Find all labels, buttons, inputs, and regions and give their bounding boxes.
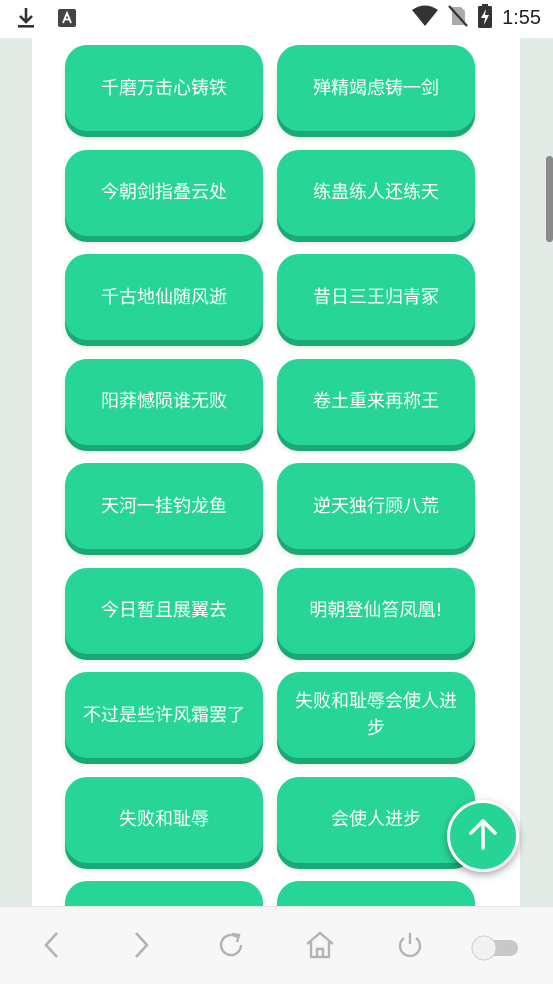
forward-button[interactable] — [121, 927, 161, 967]
poem-button[interactable]: 千古地仙随风逝 — [65, 254, 263, 340]
poem-button[interactable] — [65, 881, 263, 906]
home-button[interactable] — [300, 927, 340, 967]
refresh-button[interactable] — [211, 927, 251, 967]
bottom-nav-bar — [0, 906, 553, 984]
poem-button[interactable]: 卷土重来再称王 — [277, 358, 475, 445]
power-button[interactable] — [390, 927, 430, 967]
scroll-to-top-button[interactable] — [447, 800, 519, 872]
battery-charging-icon — [478, 4, 493, 32]
poem-button[interactable]: 今日暂且展翼去 — [65, 567, 263, 654]
back-button[interactable] — [32, 927, 72, 967]
back-icon — [41, 930, 63, 964]
forward-icon — [130, 930, 152, 964]
power-icon — [395, 930, 425, 964]
toggle-switch[interactable] — [470, 927, 522, 967]
scrollbar-thumb[interactable] — [546, 156, 553, 242]
poem-button[interactable]: 练蛊练人还练天 — [277, 149, 475, 236]
poem-button[interactable]: 昔日三王归青冢 — [277, 254, 475, 340]
poem-button[interactable]: 明朝登仙笞凤凰! — [277, 567, 475, 654]
poem-button[interactable]: 殚精竭虑铸一剑 — [277, 45, 475, 131]
home-icon — [304, 930, 336, 964]
status-bar: 1:55 — [0, 0, 553, 38]
refresh-icon — [216, 930, 246, 964]
poem-button[interactable]: 失败和耻辱会使人进步 — [277, 672, 475, 758]
poem-button[interactable]: 阳莽憾陨谁无败 — [65, 358, 263, 445]
button-list-panel[interactable]: 千磨万击心铸铁 殚精竭虑铸一剑 今朝剑指叠云处 练蛊练人还练天 千古地仙随风逝 昔日三王归… — [32, 38, 520, 906]
poem-button[interactable]: 千磨万击心铸铁 — [65, 45, 263, 131]
poem-button[interactable]: 不过是些许风霜罢了 — [65, 672, 263, 758]
status-time: 1:55 — [502, 6, 541, 29]
wifi-icon — [412, 5, 439, 31]
poem-button[interactable]: 逆天独行顾八荒 — [277, 463, 475, 549]
poem-button[interactable]: 失败和耻辱 — [65, 776, 263, 863]
poem-button[interactable]: 会使人进步 — [277, 776, 475, 863]
no-sim-icon — [448, 5, 468, 31]
download-icon — [16, 6, 36, 34]
arrow-up-icon — [468, 818, 498, 854]
poem-button[interactable]: 今朝剑指叠云处 — [65, 149, 263, 236]
poem-button[interactable]: 天河一挂钓龙鱼 — [65, 463, 263, 549]
poem-button[interactable] — [277, 881, 475, 906]
font-app-icon — [58, 9, 76, 31]
